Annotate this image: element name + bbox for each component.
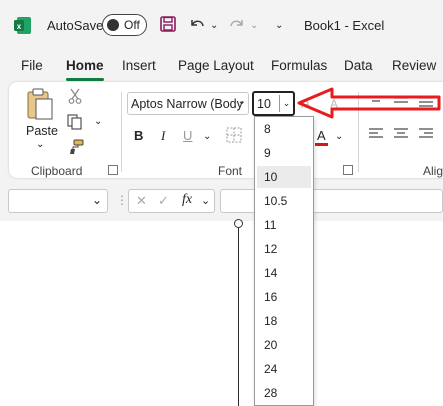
font-size-option[interactable]: 28 <box>257 382 311 404</box>
name-box-dropdown-icon[interactable]: ⌄ <box>92 193 102 207</box>
excel-logo-icon: x <box>14 17 31 34</box>
undo-icon[interactable] <box>188 15 206 33</box>
font-size-box[interactable]: 10 ⌄ <box>252 91 295 116</box>
font-size-option[interactable]: 14 <box>257 262 311 284</box>
autosave-label: AutoSave <box>47 18 104 33</box>
annotation-arrow-icon <box>297 87 441 119</box>
tab-review[interactable]: Review <box>392 58 436 73</box>
font-size-option-selected[interactable]: 10 <box>257 166 311 188</box>
italic-button[interactable]: I <box>161 128 165 144</box>
redo-icon[interactable] <box>228 15 246 33</box>
cut-icon[interactable] <box>68 88 82 104</box>
font-size-dropdown-icon[interactable]: ⌄ <box>279 95 293 112</box>
paste-icon[interactable] <box>27 88 55 122</box>
customize-toolbar-icon[interactable]: ⌄ <box>275 20 283 31</box>
font-name-value: Aptos Narrow (Body <box>131 97 243 111</box>
align-right-icon[interactable] <box>418 127 434 141</box>
font-name-dropdown-icon[interactable]: ⌄ <box>238 96 246 107</box>
underline-dropdown-icon[interactable]: ⌄ <box>203 131 211 142</box>
bold-button[interactable]: B <box>134 128 143 143</box>
font-size-option[interactable]: 18 <box>257 310 311 332</box>
name-box[interactable]: ⌄ <box>8 189 108 213</box>
font-launcher-icon[interactable] <box>343 165 353 175</box>
clipboard-group-label: Clipboard <box>31 164 83 178</box>
font-size-option[interactable]: 20 <box>257 334 311 356</box>
cancel-icon[interactable]: ✕ <box>136 193 147 209</box>
copy-icon[interactable] <box>67 114 83 130</box>
save-icon[interactable] <box>160 16 176 32</box>
paste-button[interactable]: Paste <box>26 124 58 138</box>
formula-buttons: ✕ ✓ fx ⌄ <box>128 189 215 213</box>
font-size-list: 8 9 10 10.5 11 12 14 16 18 20 24 28 <box>254 116 314 406</box>
column-border <box>238 224 239 406</box>
format-painter-icon[interactable] <box>68 139 84 155</box>
font-color-button[interactable]: A <box>317 128 326 143</box>
undo-dropdown-icon[interactable]: ⌄ <box>210 20 218 31</box>
document-title: Book1 - Excel <box>304 18 385 33</box>
font-size-option[interactable]: 16 <box>257 286 311 308</box>
align-left-icon[interactable] <box>368 127 384 141</box>
alignment-group-label: Alig <box>423 164 443 178</box>
insert-function-icon[interactable]: fx <box>182 192 192 208</box>
svg-text:x: x <box>17 22 22 31</box>
font-size-option[interactable]: 9 <box>257 142 311 164</box>
resize-handle[interactable] <box>234 219 243 228</box>
font-group-label: Font <box>218 164 243 178</box>
clipboard-launcher-icon[interactable] <box>108 165 118 175</box>
borders-icon[interactable] <box>226 127 242 143</box>
font-size-option[interactable]: 11 <box>257 214 311 236</box>
enter-icon[interactable]: ✓ <box>158 193 169 209</box>
font-color-dropdown-icon[interactable]: ⌄ <box>335 131 343 142</box>
tab-formulas[interactable]: Formulas <box>271 58 327 73</box>
tab-page-layout[interactable]: Page Layout <box>178 58 254 73</box>
font-size-value: 10 <box>257 97 271 111</box>
font-size-option[interactable]: 10.5 <box>257 190 311 212</box>
font-color-swatch <box>315 143 328 146</box>
align-center-icon[interactable] <box>393 127 409 141</box>
copy-dropdown-icon[interactable]: ⌄ <box>94 116 102 127</box>
font-size-option[interactable]: 24 <box>257 358 311 380</box>
toggle-state: Off <box>124 18 140 32</box>
font-name-box[interactable]: Aptos Narrow (Body ⌄ <box>127 92 249 115</box>
active-tab-indicator <box>66 78 104 81</box>
tab-insert[interactable]: Insert <box>122 58 156 73</box>
font-size-option[interactable]: 12 <box>257 238 311 260</box>
toggle-knob <box>107 19 119 31</box>
worksheet-area[interactable] <box>0 221 443 406</box>
autosave-toggle[interactable]: Off <box>102 14 147 36</box>
redo-dropdown-icon[interactable]: ⌄ <box>250 20 258 31</box>
fx-dropdown-icon[interactable]: ⌄ <box>201 194 210 207</box>
paste-dropdown-icon[interactable]: ⌄ <box>36 139 44 150</box>
font-size-option[interactable]: 8 <box>257 118 311 140</box>
formula-bar-grip-icon[interactable]: ⋮ <box>116 193 128 207</box>
tab-home[interactable]: Home <box>66 58 104 73</box>
underline-button[interactable]: U <box>183 128 192 143</box>
tab-file[interactable]: File <box>21 58 43 73</box>
tab-data[interactable]: Data <box>344 58 373 73</box>
group-divider <box>121 92 122 172</box>
